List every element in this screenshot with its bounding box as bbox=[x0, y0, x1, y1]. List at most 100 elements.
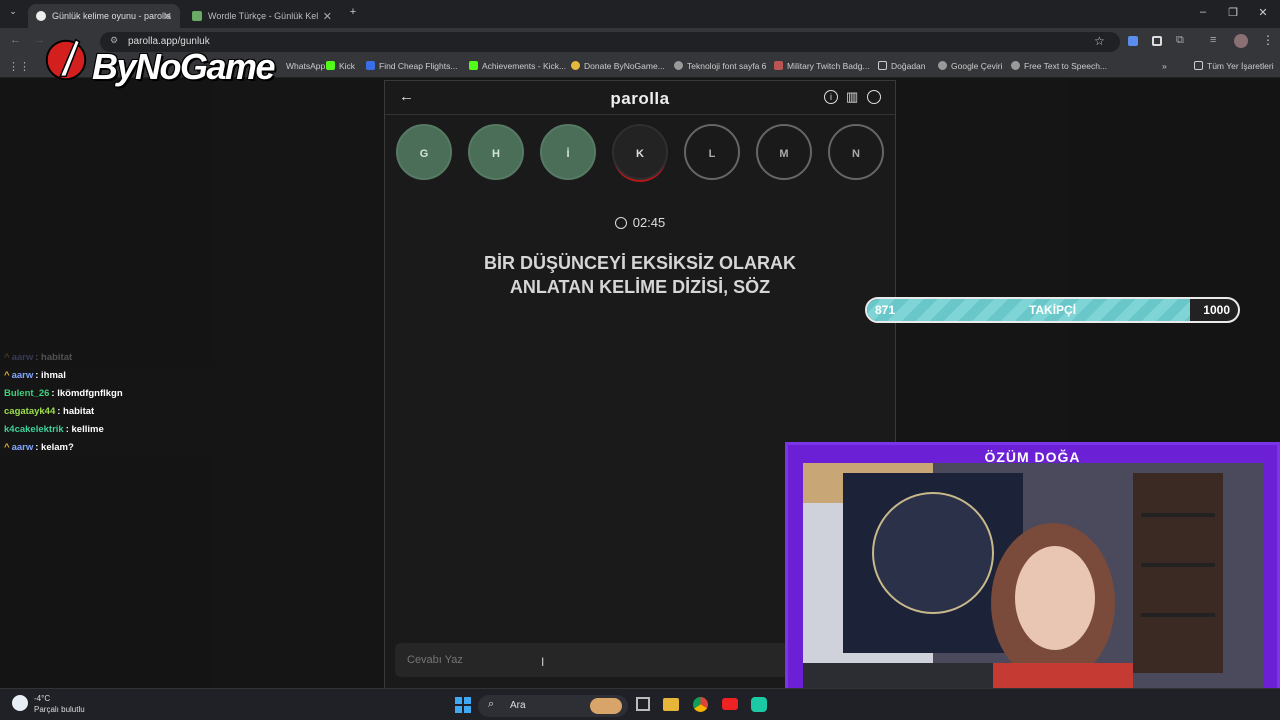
letter-circle-n: N bbox=[828, 124, 884, 180]
bynogame-logo-icon bbox=[45, 38, 87, 81]
bookmarks-overflow-icon[interactable]: » bbox=[1162, 61, 1167, 71]
back-icon[interactable]: ← bbox=[10, 34, 21, 46]
text-cursor-icon: I bbox=[541, 655, 545, 669]
taskbar: -4°C Parçalı bulutlu ⌕ Ara bbox=[0, 688, 1280, 720]
kick-icon bbox=[469, 61, 478, 70]
profile-icon[interactable] bbox=[867, 90, 881, 104]
extensions-puzzle-icon[interactable]: ⧉ bbox=[1176, 34, 1184, 47]
flight-icon bbox=[366, 61, 375, 70]
new-tab-icon[interactable]: + bbox=[344, 6, 362, 18]
chat-text: kellime bbox=[71, 424, 104, 435]
file-explorer-icon[interactable] bbox=[663, 698, 679, 711]
bookmark-item[interactable]: Free Text to Speech... bbox=[1011, 61, 1107, 71]
media-icon[interactable]: ≡ bbox=[1210, 34, 1216, 46]
letter-circle-l: L bbox=[684, 124, 740, 180]
bookmark-item[interactable]: Military Twitch Badg... bbox=[774, 61, 870, 71]
timer: 02:45 bbox=[385, 215, 895, 230]
chat-message: k4cakelektrik: kellime bbox=[0, 420, 370, 438]
crown-badge-icon: ^ bbox=[4, 442, 10, 453]
crown-badge-icon: ^ bbox=[4, 370, 10, 381]
chat-username: aarw bbox=[11, 352, 34, 363]
search-highlight-icon bbox=[590, 698, 622, 714]
bookmark-item[interactable]: Teknoloji font sayfa 6 bbox=[674, 61, 766, 71]
kick-icon bbox=[326, 61, 335, 70]
bookmark-item[interactable]: Kick bbox=[326, 61, 355, 71]
bookmark-item[interactable]: Google Çeviri bbox=[938, 61, 1003, 71]
search-icon: ⌕ bbox=[488, 698, 495, 710]
tab-search-icon[interactable]: ⌄ bbox=[4, 6, 22, 17]
stats-icon[interactable]: ▥ bbox=[846, 89, 858, 105]
site-info-icon[interactable]: ⚙ bbox=[110, 35, 118, 46]
timer-value: 02:45 bbox=[632, 215, 666, 230]
chat-message: cagatayk44: habitat bbox=[0, 402, 370, 420]
close-icon[interactable]: ✕ bbox=[163, 10, 172, 23]
apps-grid-icon[interactable]: ⋮⋮ bbox=[8, 60, 30, 73]
bookmark-item[interactable]: Donate ByNoGame... bbox=[571, 61, 665, 71]
parolla-favicon-icon bbox=[36, 11, 46, 21]
question-text: BİR DÜŞÜNCEYİ EKSİKSİZ OLARAK ANLATAN KE… bbox=[425, 251, 855, 299]
weather-icon[interactable] bbox=[12, 695, 28, 711]
bookmark-item[interactable]: Doğadan bbox=[878, 61, 926, 71]
info-icon[interactable]: i bbox=[824, 90, 838, 104]
chat-text: kelam? bbox=[41, 442, 74, 453]
chat-message: ^ aarw: kelam? bbox=[0, 438, 370, 456]
donate-icon bbox=[571, 61, 580, 70]
globe-icon bbox=[938, 61, 947, 70]
bookmark-item[interactable]: WhatsApp bbox=[286, 61, 325, 71]
search-placeholder: Ara bbox=[510, 700, 526, 711]
chat-username: Bulent_26 bbox=[4, 388, 50, 399]
chat-message: ^ aarw: ihmal bbox=[0, 366, 370, 384]
game-title: parolla bbox=[610, 89, 670, 108]
youtube-icon[interactable] bbox=[722, 698, 738, 710]
windows-start-icon[interactable] bbox=[455, 697, 471, 713]
tab-title: Wordle Türkçe - Günlük Kelime bbox=[208, 11, 318, 21]
weather-temp: -4°C bbox=[34, 694, 51, 703]
chat-text: habitat bbox=[63, 406, 95, 417]
chat-username: aarw bbox=[11, 442, 34, 453]
globe-icon bbox=[674, 61, 683, 70]
window-close-icon[interactable]: ✕ bbox=[1254, 6, 1272, 19]
game-header: ← parolla i ▥ bbox=[385, 81, 895, 115]
chrome-icon[interactable] bbox=[693, 697, 708, 712]
answer-input[interactable] bbox=[395, 643, 795, 677]
minimize-icon[interactable]: – bbox=[1194, 6, 1212, 18]
bookmark-item[interactable]: Find Cheap Flights... bbox=[366, 61, 457, 71]
chat-username: cagatayk44 bbox=[4, 406, 56, 417]
chat-message: ^ aarw: habitat bbox=[0, 348, 370, 366]
bookmark-star-icon[interactable]: ☆ bbox=[1094, 34, 1105, 48]
close-icon[interactable]: ✕ bbox=[323, 10, 332, 23]
globe-icon bbox=[1011, 61, 1020, 70]
question-line: BİR DÜŞÜNCEYİ EKSİKSİZ OLARAK bbox=[483, 253, 797, 273]
app-icon[interactable] bbox=[751, 697, 767, 712]
browser-tab-bar: Günlük kelime oyunu - parolla ✕ Wordle T… bbox=[0, 0, 1280, 28]
chat-username: k4cakelektrik bbox=[4, 424, 64, 435]
clock-icon bbox=[614, 217, 627, 229]
chat-text: habitat bbox=[41, 352, 73, 363]
bynogame-logo-text: ByNoGame bbox=[92, 46, 276, 87]
wordle-favicon-icon bbox=[192, 11, 202, 21]
follower-label: TAKİPÇİ bbox=[1028, 303, 1077, 317]
profile-avatar[interactable] bbox=[1234, 34, 1248, 48]
webcam-frame: ÖZÜM DOĞA bbox=[785, 442, 1280, 720]
webcam-scene bbox=[803, 463, 1263, 703]
task-view-icon[interactable] bbox=[636, 697, 650, 711]
follower-target: 1000 bbox=[1203, 303, 1230, 317]
menu-icon[interactable]: ⋮ bbox=[1262, 33, 1274, 47]
weather-desc: Parçalı bulutlu bbox=[34, 705, 85, 714]
letter-circle-g: G bbox=[396, 124, 452, 180]
taskbar-search[interactable]: ⌕ Ara bbox=[478, 695, 628, 717]
extension-icon[interactable] bbox=[1152, 36, 1162, 46]
letter-circle-h: H bbox=[468, 124, 524, 180]
bookmark-item[interactable]: Achievements - Kick... bbox=[469, 61, 566, 71]
restore-icon[interactable]: ❐ bbox=[1224, 6, 1242, 19]
badge-icon bbox=[774, 61, 783, 70]
folder-icon bbox=[878, 61, 887, 70]
all-bookmarks-folder[interactable]: Tüm Yer İşaretleri bbox=[1194, 61, 1274, 71]
chat-text: lkömdfgnflkgn bbox=[57, 388, 123, 399]
webcam-image bbox=[803, 463, 1263, 703]
browser-tab[interactable]: Günlük kelime oyunu - parolla ✕ bbox=[28, 4, 180, 28]
chat-message: Bulent_26: lkömdfgnflkgn bbox=[0, 384, 370, 402]
chat-username: aarw bbox=[11, 370, 34, 381]
browser-tab[interactable]: Wordle Türkçe - Günlük Kelime ✕ bbox=[184, 4, 340, 28]
translate-icon[interactable] bbox=[1128, 36, 1138, 46]
